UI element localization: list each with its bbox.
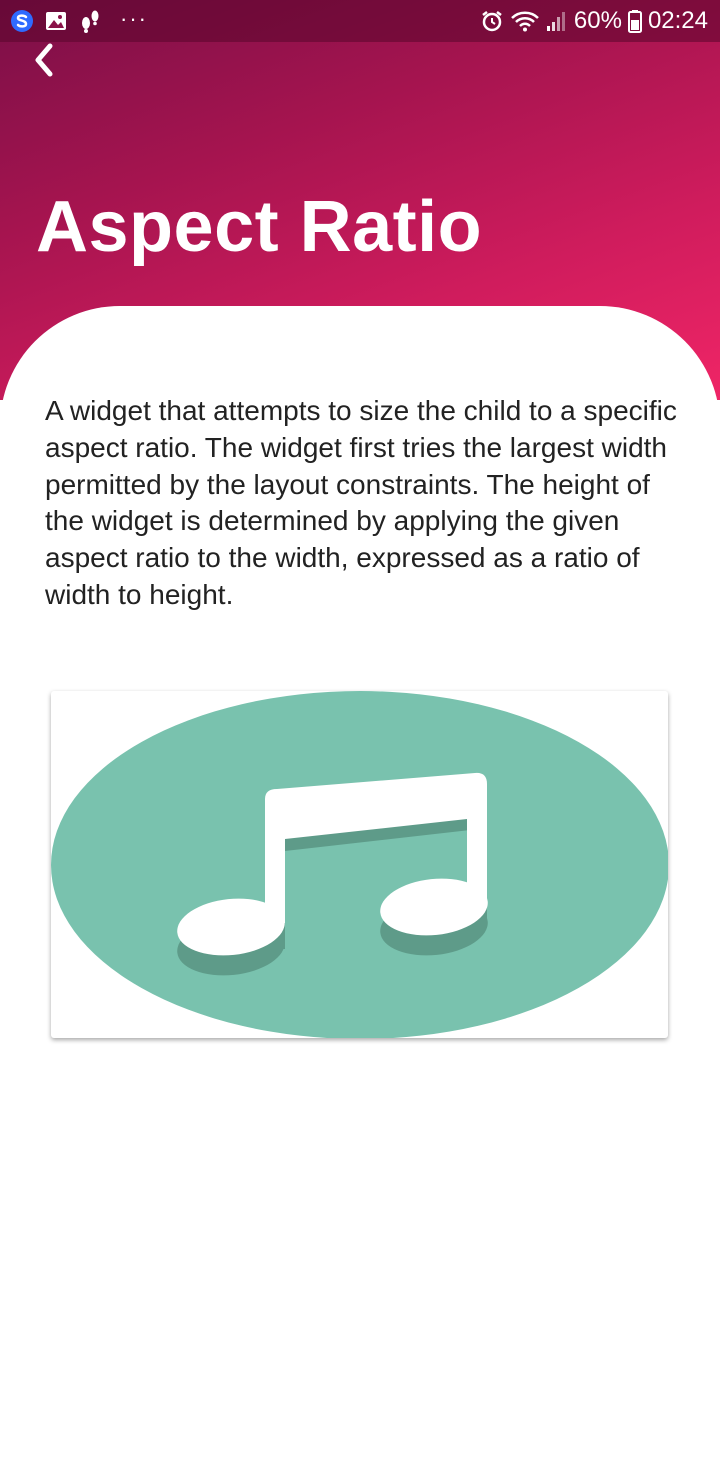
music-note-image bbox=[51, 691, 668, 1038]
signal-icon bbox=[546, 9, 568, 33]
status-left-icons: ··· bbox=[10, 6, 148, 36]
status-bar: ··· 60% 02:24 bbox=[0, 0, 720, 42]
footprint-icon bbox=[78, 8, 102, 34]
page-title: Aspect Ratio bbox=[36, 187, 483, 267]
alarm-icon bbox=[480, 9, 504, 33]
battery-percent: 60% bbox=[573, 7, 622, 34]
battery-icon bbox=[627, 9, 642, 33]
samsung-s-icon bbox=[10, 9, 34, 33]
chevron-left-icon bbox=[30, 42, 58, 83]
description-text: A widget that attempts to size the child… bbox=[45, 395, 677, 610]
clock: 02:24 bbox=[647, 7, 708, 34]
status-right-icons: 60% 02:24 bbox=[480, 6, 708, 36]
image-ellipse bbox=[51, 691, 668, 1038]
gallery-icon bbox=[44, 9, 68, 33]
wifi-icon bbox=[510, 9, 540, 33]
overflow-dots: ··· bbox=[120, 6, 148, 31]
aspect-ratio-image-card bbox=[51, 691, 668, 1038]
back-button[interactable] bbox=[22, 40, 66, 84]
